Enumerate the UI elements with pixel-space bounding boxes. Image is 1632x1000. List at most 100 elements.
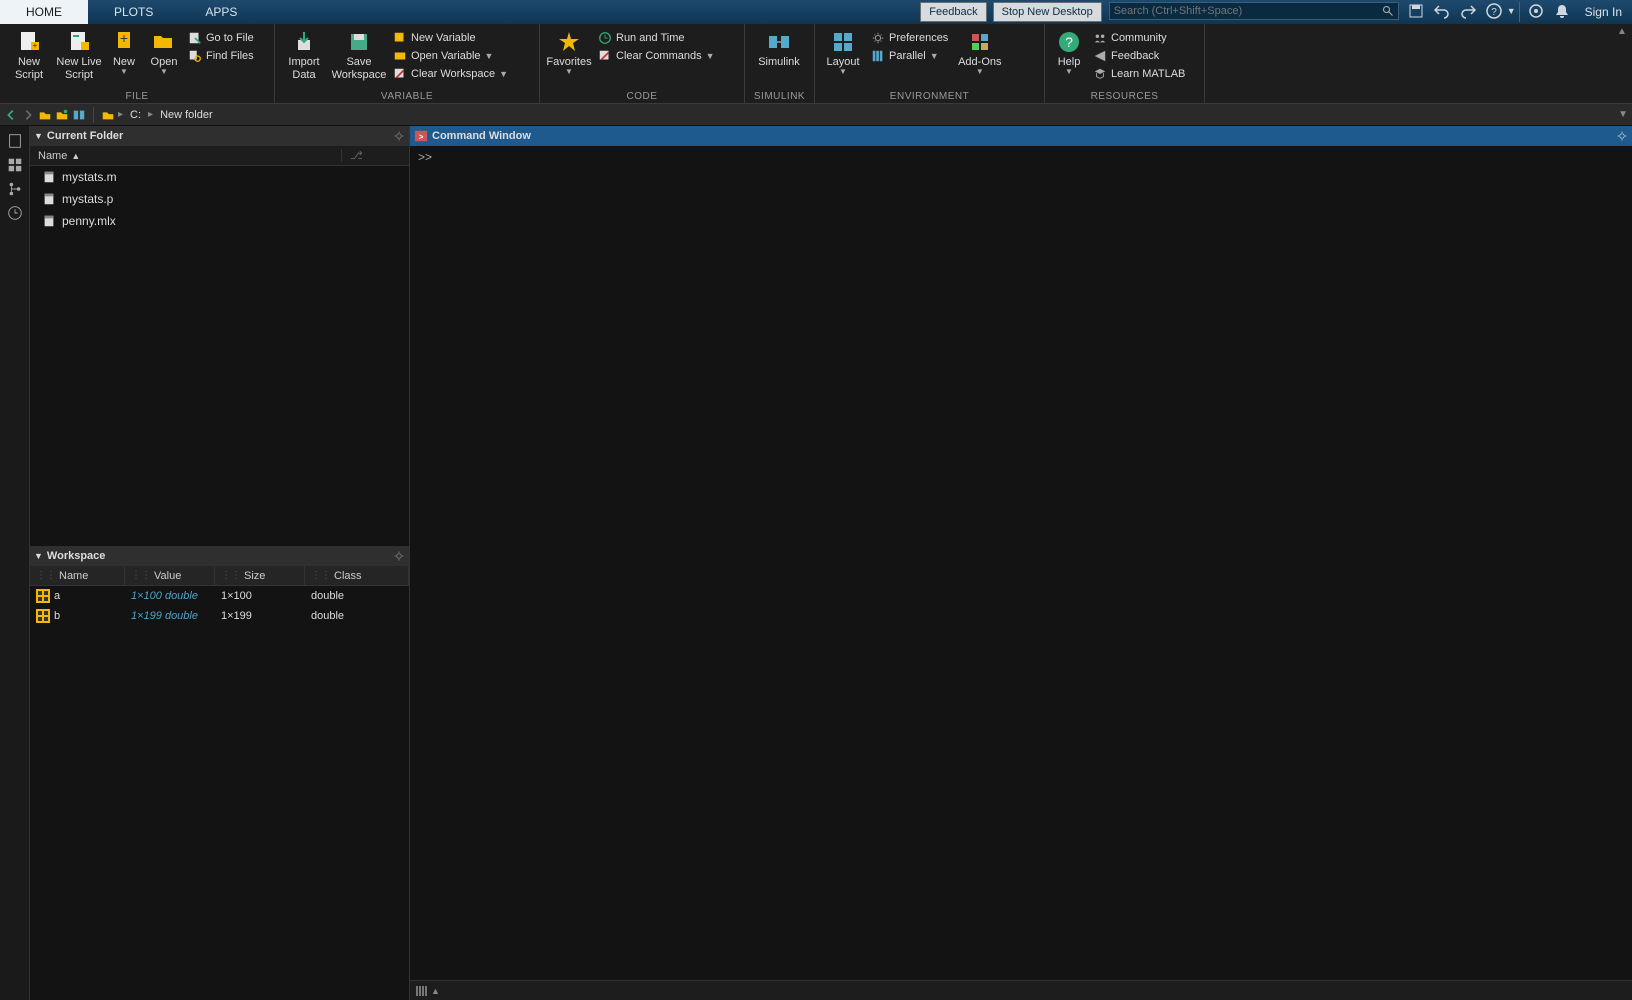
save-layout-icon[interactable]: [1408, 3, 1424, 19]
status-dropdown[interactable]: ▲: [431, 986, 440, 996]
help-icon[interactable]: ?: [1486, 3, 1502, 19]
separator: [93, 107, 94, 123]
feedback-icon: [1093, 49, 1107, 63]
gear-icon[interactable]: [393, 550, 405, 562]
addons-dropdown[interactable]: ▼: [976, 67, 984, 76]
help-dropdown-2[interactable]: ▼: [1065, 67, 1073, 76]
gear-icon[interactable]: [1616, 130, 1628, 142]
preferences-button[interactable]: Preferences: [867, 30, 952, 46]
back-icon[interactable]: [4, 108, 18, 122]
goto-file-button[interactable]: Go to File: [184, 30, 258, 46]
sidebar-files-icon[interactable]: [6, 132, 24, 150]
favorites-dropdown[interactable]: ▼: [565, 67, 573, 76]
new-variable-button[interactable]: + New Variable: [389, 30, 507, 46]
stop-desktop-button[interactable]: Stop New Desktop: [993, 2, 1102, 22]
current-folder-header[interactable]: ▼ Current Folder: [30, 126, 409, 146]
run-and-time-button[interactable]: Run and Time: [594, 30, 714, 46]
forward-icon[interactable]: [21, 108, 35, 122]
command-window-body[interactable]: >>: [410, 146, 1632, 980]
tab-home[interactable]: HOME: [0, 0, 88, 24]
ws-col-size[interactable]: ⋮⋮Size: [215, 566, 305, 585]
simulink-button[interactable]: Simulink: [749, 28, 809, 71]
parallel-dropdown[interactable]: ▼: [930, 51, 938, 61]
favorites-icon: [557, 30, 581, 54]
compare-icon[interactable]: [72, 108, 86, 122]
file-row[interactable]: penny.mlx: [30, 210, 409, 232]
var-value[interactable]: 1×199 double: [131, 610, 198, 622]
open-variable-button[interactable]: Open Variable: [389, 48, 485, 64]
variable-icon: [36, 609, 50, 623]
import-data-icon: [292, 30, 316, 54]
addr-dropdown[interactable]: ▼: [1618, 109, 1628, 120]
help-dropdown[interactable]: ▼: [1507, 6, 1516, 24]
addons-button[interactable]: Add-Ons ▼: [952, 28, 1007, 78]
clear-workspace-button[interactable]: Clear Workspace: [389, 66, 499, 82]
community-button[interactable]: Community: [1089, 30, 1189, 46]
name-column[interactable]: Name: [38, 150, 67, 162]
undo-icon[interactable]: [1434, 3, 1450, 19]
ws-col-class[interactable]: ⋮⋮Class: [305, 566, 409, 585]
bell-icon[interactable]: [1554, 3, 1570, 19]
feedback-button[interactable]: Feedback: [920, 2, 986, 22]
workspace-header[interactable]: ▼ Workspace: [30, 546, 409, 566]
sidebar-grid-icon[interactable]: [6, 156, 24, 174]
open-dropdown[interactable]: ▼: [160, 67, 168, 76]
file-row[interactable]: mystats.m: [30, 166, 409, 188]
help-button[interactable]: ? Help ▼: [1049, 28, 1089, 78]
run-and-time-icon: [598, 31, 612, 45]
new-button[interactable]: + New ▼: [104, 28, 144, 78]
open-variable-dropdown[interactable]: ▼: [485, 51, 493, 61]
workspace-columns: ⋮⋮Name ⋮⋮Value ⋮⋮Size ⋮⋮Class: [30, 566, 409, 586]
status-icon[interactable]: [1528, 3, 1544, 19]
command-window-header[interactable]: > Command Window: [410, 126, 1632, 146]
learn-matlab-button[interactable]: Learn MATLAB: [1089, 66, 1189, 82]
parallel-button[interactable]: Parallel: [867, 48, 930, 64]
command-prompt: >>: [418, 150, 432, 164]
open-button[interactable]: Open ▼: [144, 28, 184, 78]
new-script-button[interactable]: + New Script: [4, 28, 54, 84]
environment-group-label: ENVIRONMENT: [815, 91, 1044, 102]
signin-link[interactable]: Sign In: [1575, 0, 1632, 24]
tab-apps[interactable]: APPS: [179, 0, 263, 24]
import-data-button[interactable]: Import Data: [279, 28, 329, 84]
crumb-drive[interactable]: C:: [126, 109, 145, 121]
file-icon: [42, 192, 56, 206]
layout-button[interactable]: Layout ▼: [819, 28, 867, 78]
new-live-script-button[interactable]: New Live Script: [54, 28, 104, 84]
help-large-icon: ?: [1057, 30, 1081, 54]
tab-plots[interactable]: PLOTS: [88, 0, 179, 24]
sidebar-branch-icon[interactable]: [6, 180, 24, 198]
clear-commands-icon: [598, 49, 612, 63]
layout-icon: [831, 30, 855, 54]
new-dropdown[interactable]: ▼: [120, 67, 128, 76]
sidebar-history-icon[interactable]: [6, 204, 24, 222]
clear-workspace-dropdown[interactable]: ▼: [499, 69, 507, 79]
svg-text:+: +: [397, 35, 401, 42]
find-files-button[interactable]: Find Files: [184, 48, 258, 64]
clear-commands-button[interactable]: Clear Commands: [594, 48, 706, 64]
save-workspace-button[interactable]: Save Workspace: [329, 28, 389, 84]
file-row[interactable]: mystats.p: [30, 188, 409, 210]
gear-icon[interactable]: [393, 130, 405, 142]
git-column[interactable]: ⎇: [341, 149, 371, 162]
workspace-row[interactable]: b1×199 double1×199double: [30, 606, 409, 626]
ws-col-value[interactable]: ⋮⋮Value: [125, 566, 215, 585]
feedback-button-2[interactable]: Feedback: [1089, 48, 1189, 64]
search-box[interactable]: [1109, 2, 1399, 20]
up-folder-icon[interactable]: [38, 108, 52, 122]
search-input[interactable]: [1114, 5, 1382, 17]
simulink-icon: [767, 30, 791, 54]
crumb-folder[interactable]: New folder: [156, 109, 217, 121]
ws-col-name[interactable]: ⋮⋮Name: [30, 566, 125, 585]
folder-tree-icon[interactable]: [55, 108, 69, 122]
open-variable-icon: [393, 49, 407, 63]
toolstrip-collapse[interactable]: ▲: [1617, 26, 1627, 37]
svg-text:+: +: [33, 41, 38, 50]
redo-icon[interactable]: [1460, 3, 1476, 19]
var-value[interactable]: 1×100 double: [131, 590, 198, 602]
layout-dropdown[interactable]: ▼: [839, 67, 847, 76]
favorites-button[interactable]: Favorites ▼: [544, 28, 594, 78]
drive-icon[interactable]: [101, 108, 115, 122]
clear-commands-dropdown[interactable]: ▼: [706, 51, 714, 61]
workspace-row[interactable]: a1×100 double1×100double: [30, 586, 409, 606]
